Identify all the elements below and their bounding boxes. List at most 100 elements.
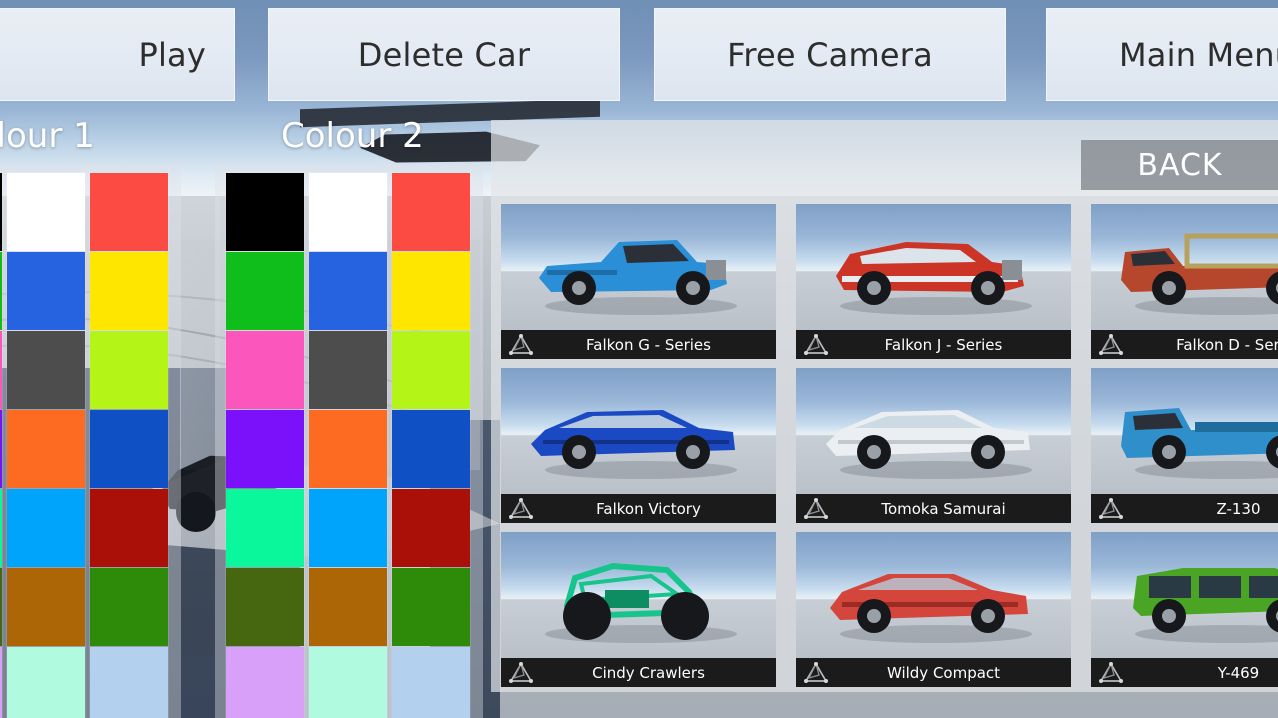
vehicle-thumbnail[interactable] <box>1091 368 1278 496</box>
vehicle-label-bar: Falkon Victory <box>501 494 776 523</box>
vehicle-card[interactable]: Tomoka Samurai <box>796 368 1071 523</box>
vehicle-thumbnail[interactable] <box>1091 532 1278 660</box>
colour-2-swatch-19[interactable] <box>309 647 387 718</box>
game-screen: Play Delete Car Free Camera Main Menu Co… <box>0 0 1278 718</box>
colour-1-swatch-9[interactable] <box>0 410 2 488</box>
colour-1-swatch-6[interactable] <box>0 331 2 409</box>
vehicle-card[interactable]: Falkon D - Series <box>1091 204 1278 359</box>
vehicle-card[interactable]: Y-469 <box>1091 532 1278 687</box>
colour-1-swatch-1[interactable] <box>7 173 85 251</box>
vehicle-thumbnail[interactable] <box>796 532 1071 660</box>
vehicle-name: Tomoka Samurai <box>834 500 1071 518</box>
colour-2-swatch-2[interactable] <box>392 173 470 251</box>
colour-2-label: Colour 2 <box>281 116 424 156</box>
colour-2-swatch-8[interactable] <box>392 331 470 409</box>
colour-2-swatch-12[interactable] <box>226 489 304 567</box>
vehicle-thumbnail[interactable] <box>1091 204 1278 332</box>
colour-2-swatch-14[interactable] <box>392 489 470 567</box>
colour-1-swatch-4[interactable] <box>7 252 85 330</box>
colour-1-swatch-12[interactable] <box>0 489 2 567</box>
delete-car-button[interactable]: Delete Car <box>268 8 620 101</box>
colour-2-swatch-6[interactable] <box>226 331 304 409</box>
mesh-prefab-icon <box>1099 498 1123 520</box>
main-menu-button[interactable]: Main Menu <box>1046 8 1278 101</box>
colour-2-swatch-0[interactable] <box>226 173 304 251</box>
vehicle-label-bar: Falkon G - Series <box>501 330 776 359</box>
mesh-prefab-icon <box>1099 662 1123 684</box>
colour-1-swatch-3[interactable] <box>0 252 2 330</box>
vehicle-name: Cindy Crawlers <box>539 664 776 682</box>
colour-1-swatch-2[interactable] <box>90 173 168 251</box>
colour-2-swatch-15[interactable] <box>226 568 304 646</box>
vehicle-card[interactable]: Wildy Compact <box>796 532 1071 687</box>
colour-2-swatch-20[interactable] <box>392 647 470 718</box>
colour-2-swatch-16[interactable] <box>309 568 387 646</box>
vehicle-card[interactable]: Falkon G - Series <box>501 204 776 359</box>
vehicle-thumbnail-image <box>1091 532 1278 660</box>
play-button[interactable]: Play <box>0 8 235 101</box>
vehicle-card[interactable]: Z-130 <box>1091 368 1278 523</box>
vehicle-card[interactable]: Falkon Victory <box>501 368 776 523</box>
colour-2-swatch-17[interactable] <box>392 568 470 646</box>
mesh-prefab-icon <box>1099 334 1123 356</box>
free-camera-button[interactable]: Free Camera <box>654 8 1006 101</box>
vehicle-name: Falkon Victory <box>539 500 776 518</box>
mesh-prefab-icon <box>804 334 828 356</box>
colour-2-swatch-18[interactable] <box>226 647 304 718</box>
vehicle-thumbnail[interactable] <box>501 368 776 496</box>
colour-1-label: Colour 1 <box>0 116 95 156</box>
vehicle-thumbnail-image <box>1091 368 1278 496</box>
vehicle-name: Falkon G - Series <box>539 336 776 354</box>
colour-1-swatch-5[interactable] <box>90 252 168 330</box>
colour-2-swatch-7[interactable] <box>309 331 387 409</box>
colour-1-swatch-10[interactable] <box>7 410 85 488</box>
colour-1-swatch-17[interactable] <box>90 568 168 646</box>
colour-1-swatch-14[interactable] <box>90 489 168 567</box>
vehicle-thumbnail[interactable] <box>501 532 776 660</box>
colour-1-swatch-0[interactable] <box>0 173 2 251</box>
colour-1-swatch-18[interactable] <box>0 647 2 718</box>
colour-2-swatch-3[interactable] <box>226 252 304 330</box>
vehicle-card[interactable]: Falkon J - Series <box>796 204 1071 359</box>
colour-1-swatch-15[interactable] <box>0 568 2 646</box>
scene-car-wheel <box>176 492 216 532</box>
colour-1-swatch-16[interactable] <box>7 568 85 646</box>
colour-1-swatch-19[interactable] <box>7 647 85 718</box>
vehicle-name: Falkon J - Series <box>834 336 1071 354</box>
back-button[interactable]: BACK <box>1081 140 1278 190</box>
colour-1-swatch-20[interactable] <box>90 647 168 718</box>
mesh-prefab-icon <box>509 662 533 684</box>
vehicle-label-bar: Falkon J - Series <box>796 330 1071 359</box>
colour-1-swatch-8[interactable] <box>90 331 168 409</box>
vehicle-label-bar: Wildy Compact <box>796 658 1071 687</box>
mesh-prefab-icon <box>509 498 533 520</box>
colour-1-palette[interactable] <box>0 163 181 718</box>
colour-2-swatch-10[interactable] <box>309 410 387 488</box>
vehicle-thumbnail[interactable] <box>501 204 776 332</box>
vehicle-thumbnail-image <box>796 368 1071 496</box>
vehicle-thumbnail[interactable] <box>796 368 1071 496</box>
colour-1-swatch-7[interactable] <box>7 331 85 409</box>
colour-2-swatch-9[interactable] <box>226 410 304 488</box>
mesh-prefab-icon <box>804 498 828 520</box>
vehicle-thumbnail-image <box>796 532 1071 660</box>
colour-2-swatch-11[interactable] <box>392 410 470 488</box>
colour-1-swatch-11[interactable] <box>90 410 168 488</box>
colour-2-palette[interactable] <box>215 163 483 718</box>
mesh-prefab-icon <box>509 334 533 356</box>
vehicle-label-bar: Cindy Crawlers <box>501 658 776 687</box>
vehicle-name: Falkon D - Series <box>1129 336 1278 354</box>
colour-2-swatch-4[interactable] <box>309 252 387 330</box>
vehicle-name: Y-469 <box>1129 664 1278 682</box>
mesh-prefab-icon <box>804 662 828 684</box>
vehicle-thumbnail-image <box>501 204 776 332</box>
vehicle-selection-panel: BACK Falkon G - Series Falkon J - Series F… <box>491 120 1278 692</box>
vehicle-thumbnail[interactable] <box>796 204 1071 332</box>
colour-1-swatch-13[interactable] <box>7 489 85 567</box>
colour-2-swatch-5[interactable] <box>392 252 470 330</box>
vehicle-thumbnail-image <box>796 204 1071 332</box>
vehicle-card[interactable]: Cindy Crawlers <box>501 532 776 687</box>
colour-2-swatch-1[interactable] <box>309 173 387 251</box>
vehicle-label-bar: Z-130 <box>1091 494 1278 523</box>
colour-2-swatch-13[interactable] <box>309 489 387 567</box>
